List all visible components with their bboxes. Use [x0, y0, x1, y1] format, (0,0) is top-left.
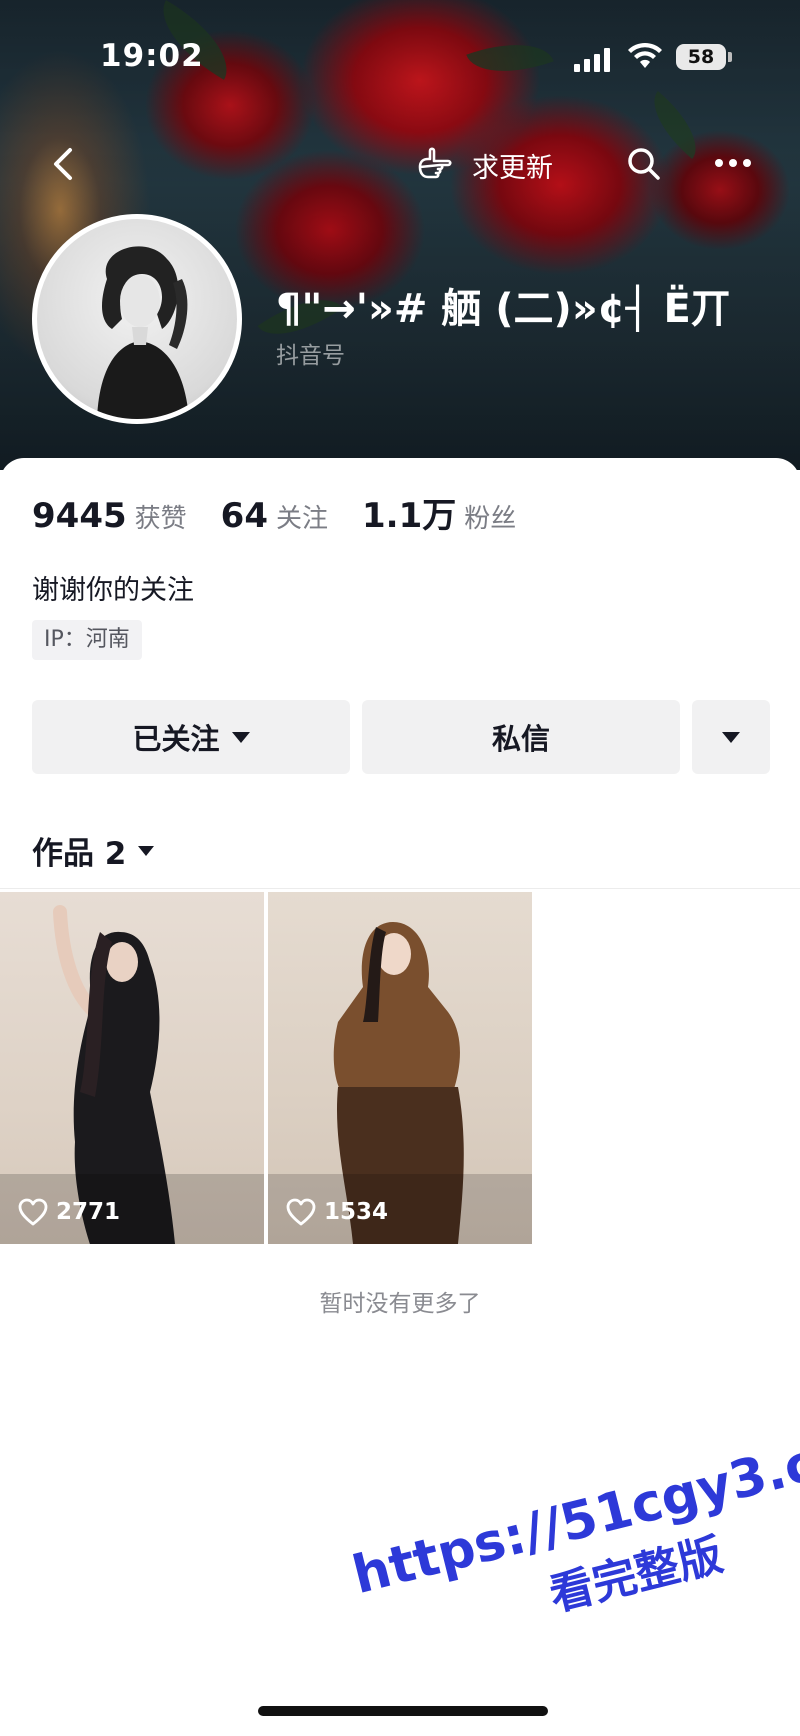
- ip-location-badge: IP：河南: [32, 620, 142, 660]
- recommend-dropdown-button[interactable]: [692, 700, 770, 774]
- cellular-signal-icon: [574, 48, 610, 72]
- stat-followers-label: 粉丝: [464, 504, 517, 534]
- works-tab-label: 作品 2: [32, 836, 127, 872]
- no-more-content-text: 暂时没有更多了: [319, 1291, 481, 1317]
- request-update-button[interactable]: 求更新: [416, 144, 553, 186]
- back-arrow-icon[interactable]: [46, 144, 86, 184]
- stat-likes-value: 9445: [32, 496, 127, 536]
- like-count-value: 2771: [56, 1199, 121, 1225]
- stat-following[interactable]: 64 关注: [221, 496, 328, 536]
- profile-stats: 9445 获赞 64 关注 1.1万 粉丝: [32, 488, 550, 537]
- stat-following-value: 64: [220, 496, 268, 536]
- status-bar: 19:02 58: [0, 38, 800, 78]
- profile-bio: 谢谢你的关注: [32, 575, 194, 606]
- heart-icon: [18, 1198, 48, 1226]
- pointing-hand-icon: [418, 147, 452, 179]
- message-button[interactable]: 私信: [362, 700, 680, 774]
- stat-followers-value: 1.1万: [362, 496, 457, 536]
- like-count: 2771: [18, 1198, 120, 1226]
- request-update-label: 求更新: [472, 152, 553, 184]
- stat-likes[interactable]: 9445 获赞: [32, 496, 187, 536]
- works-tab[interactable]: 作品 2: [32, 828, 155, 873]
- action-buttons: 已关注 私信: [32, 700, 770, 774]
- stat-followers[interactable]: 1.1万 粉丝: [362, 488, 516, 537]
- battery-indicator: 58: [676, 44, 732, 70]
- douyin-id-label: 抖音号: [276, 343, 345, 369]
- top-nav: 求更新: [0, 140, 800, 190]
- caret-down-icon: [722, 731, 740, 743]
- like-count-value: 1534: [324, 1199, 389, 1225]
- stat-following-label: 关注: [275, 504, 328, 534]
- followed-button[interactable]: 已关注: [32, 700, 350, 774]
- divider: [0, 888, 800, 889]
- video-cover-image: [268, 922, 532, 1244]
- message-button-label: 私信: [491, 722, 550, 756]
- search-icon[interactable]: [624, 144, 664, 184]
- stat-likes-label: 获赞: [134, 504, 187, 534]
- heart-icon: [286, 1198, 316, 1226]
- avatar-illustration: [97, 246, 189, 419]
- caret-down-icon: [138, 845, 155, 856]
- video-thumbnail[interactable]: 1534: [268, 892, 532, 1244]
- status-time: 19:02: [100, 38, 204, 74]
- avatar[interactable]: [32, 214, 242, 424]
- wifi-icon: [628, 42, 662, 68]
- video-thumbnail[interactable]: 2771: [0, 892, 264, 1244]
- profile-nickname: ¶"→'»# 舾 (二)»¢┤ Ë丌: [276, 286, 731, 332]
- followed-button-label: 已关注: [132, 722, 220, 756]
- like-count: 1534: [286, 1198, 388, 1226]
- caret-down-icon: [231, 731, 250, 743]
- more-options-icon[interactable]: [712, 148, 754, 178]
- video-cover-image: [0, 905, 264, 1244]
